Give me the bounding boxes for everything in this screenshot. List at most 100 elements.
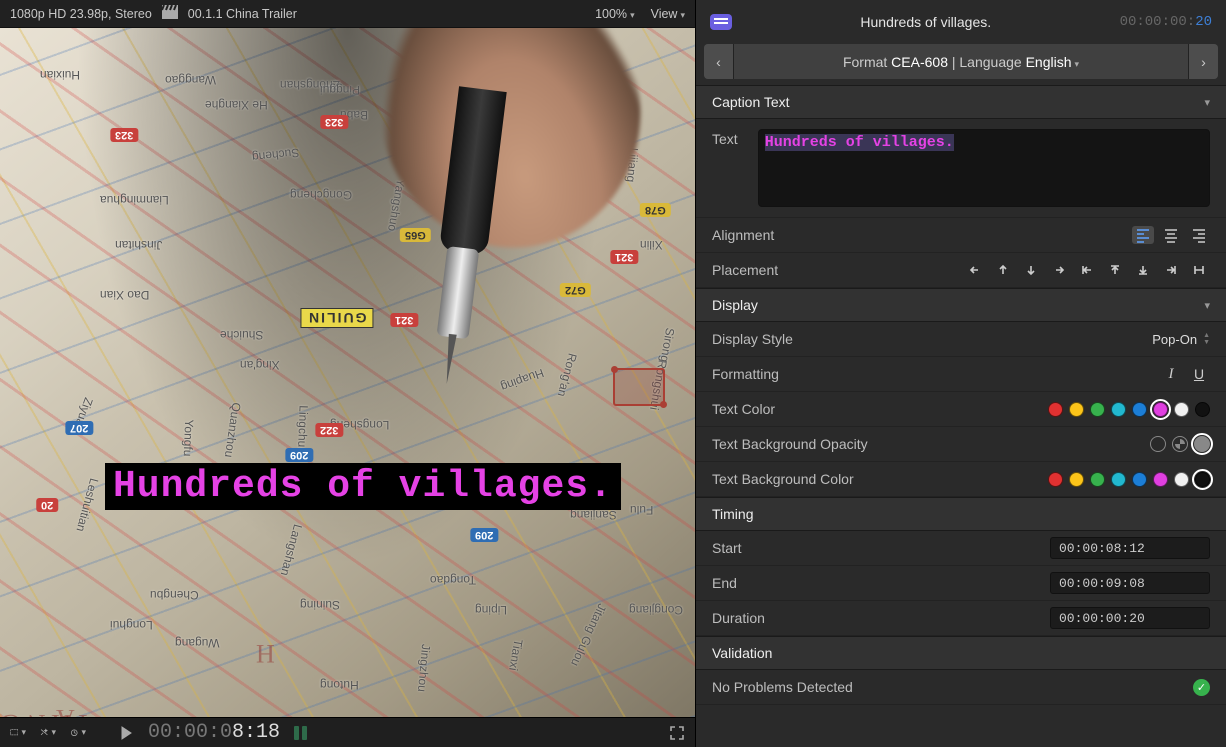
caption-position-handle[interactable]: [613, 368, 665, 406]
text-label: Text: [712, 129, 738, 207]
zoom-dropdown[interactable]: 100%▾: [595, 7, 635, 21]
clip-name[interactable]: 00.1.1 China Trailer: [188, 7, 297, 21]
alignment-label: Alignment: [712, 227, 912, 243]
map-road-badge: 323: [110, 128, 138, 142]
duration-timecode-input[interactable]: [1050, 607, 1210, 629]
map-road-badge: 321: [610, 250, 638, 264]
validation-status: No Problems Detected: [712, 679, 1193, 695]
bg-color-swatch[interactable]: [1174, 472, 1189, 487]
italic-button[interactable]: I: [1160, 365, 1182, 383]
bg-color-swatch[interactable]: [1069, 472, 1084, 487]
placement-label: Placement: [712, 262, 912, 278]
viewer-timecode[interactable]: 00:00:08:18: [148, 721, 280, 744]
viewer-header: 1080p HD 23.98p, Stereo 00.1.1 China Tra…: [0, 0, 695, 28]
text-color-swatch[interactable]: [1111, 402, 1126, 417]
retime-menu-icon[interactable]: ▾: [70, 725, 86, 741]
map-place-label: Huixian: [40, 68, 80, 82]
viewer-canvas[interactable]: HuixianWanggaoZhongshanHe XiangheBabuSuc…: [0, 28, 695, 717]
map-place-label: Yongfu: [181, 419, 196, 456]
map-region-letter: YANG: [0, 708, 92, 717]
map-region-letter: G: [230, 716, 255, 717]
section-timing[interactable]: Timing: [696, 497, 1226, 531]
map-place-label: Xilin: [640, 238, 663, 252]
end-label: End: [712, 575, 912, 591]
placement-up-button[interactable]: [992, 261, 1014, 279]
map-road-badge: 209: [470, 528, 498, 542]
underline-button[interactable]: U: [1188, 365, 1210, 383]
map-city-label: GUILIN: [300, 308, 373, 328]
caption-text-input[interactable]: Hundreds of villages.: [758, 129, 1210, 207]
placement-left-button[interactable]: [964, 261, 986, 279]
stepper-icon: ▲▼: [1203, 332, 1210, 346]
section-validation[interactable]: Validation: [696, 636, 1226, 670]
play-button-icon[interactable]: [118, 725, 134, 741]
map-road-badge: 209: [285, 448, 313, 462]
align-center-button[interactable]: [1160, 226, 1182, 244]
section-display[interactable]: Display▾: [696, 288, 1226, 322]
placement-right-button[interactable]: [1048, 261, 1070, 279]
clapperboard-icon: [162, 5, 178, 22]
map-place-label: Wanggao: [165, 73, 216, 87]
map-road-badge: 323: [320, 115, 348, 129]
inspector-timecode: 00:00:00:20: [1120, 14, 1212, 30]
map-place-label: Chengbu: [150, 588, 199, 602]
text-color-swatch[interactable]: [1048, 402, 1063, 417]
next-caption-button[interactable]: ›: [1188, 44, 1218, 79]
bg-opacity-full[interactable]: [1194, 436, 1210, 452]
map-road-badge: 207: [65, 421, 93, 435]
map-region-letter: H: [250, 638, 275, 668]
chevron-down-icon: ▾: [1204, 299, 1210, 312]
placement-center-button[interactable]: [1188, 261, 1210, 279]
align-left-button[interactable]: [1132, 226, 1154, 244]
map-road-badge: G72: [560, 283, 591, 297]
align-right-button[interactable]: [1188, 226, 1210, 244]
text-color-swatch[interactable]: [1153, 402, 1168, 417]
map-place-label: Longhui: [110, 618, 153, 632]
display-style-select[interactable]: Pop-On▲▼: [1152, 332, 1210, 347]
caption-inspector-icon[interactable]: [710, 14, 732, 30]
chevron-down-icon: ▾: [1075, 59, 1080, 70]
bg-color-swatch[interactable]: [1111, 472, 1126, 487]
text-color-swatch[interactable]: [1090, 402, 1105, 417]
caption-format-dropdown[interactable]: Format CEA-608 | Language English ▾: [734, 54, 1188, 70]
text-bg-color-label: Text Background Color: [712, 471, 912, 487]
section-caption-text[interactable]: Caption Text▾: [696, 85, 1226, 119]
map-road-badge: 20: [36, 498, 58, 512]
bg-opacity-half[interactable]: [1172, 436, 1188, 452]
checkmark-icon: ✓: [1193, 679, 1210, 696]
placement-home-right-button[interactable]: [1160, 261, 1182, 279]
fullscreen-icon[interactable]: [669, 725, 685, 741]
placement-down-button[interactable]: [1020, 261, 1042, 279]
bg-color-swatch[interactable]: [1195, 472, 1210, 487]
map-place-label: Xing'an: [240, 358, 280, 372]
effects-menu-icon[interactable]: ▾: [40, 725, 56, 741]
map-place-label: Lianminghua: [100, 193, 169, 207]
bg-opacity-none[interactable]: [1150, 436, 1166, 452]
map-place-label: Fulu: [630, 503, 653, 517]
text-color-swatch[interactable]: [1174, 402, 1189, 417]
placement-home-down-button[interactable]: [1132, 261, 1154, 279]
bg-color-swatch[interactable]: [1048, 472, 1063, 487]
text-color-swatch[interactable]: [1195, 402, 1210, 417]
map-road-badge: G65: [400, 228, 431, 242]
bg-color-swatch[interactable]: [1090, 472, 1105, 487]
placement-home-up-button[interactable]: [1104, 261, 1126, 279]
bg-color-swatch[interactable]: [1132, 472, 1147, 487]
map-place-label: Sanjiang: [570, 508, 617, 522]
map-road-badge: 321: [390, 313, 418, 327]
start-timecode-input[interactable]: [1050, 537, 1210, 559]
map-place-label: Tongdao: [430, 573, 476, 587]
inspector-title: Hundreds of villages.: [744, 14, 1108, 30]
text-color-swatch[interactable]: [1132, 402, 1147, 417]
caption-overlay[interactable]: Hundreds of villages.: [105, 463, 621, 510]
map-place-label: Congjiang: [629, 603, 683, 617]
prev-caption-button[interactable]: ‹: [704, 44, 734, 79]
bg-color-swatch[interactable]: [1153, 472, 1168, 487]
placement-home-left-button[interactable]: [1076, 261, 1098, 279]
end-timecode-input[interactable]: [1050, 572, 1210, 594]
text-color-swatch[interactable]: [1069, 402, 1084, 417]
map-place-label: Liping: [475, 603, 507, 617]
map-place-label: Wugang: [175, 636, 219, 650]
view-dropdown[interactable]: View▾: [651, 7, 685, 21]
frame-size-menu-icon[interactable]: ▾: [10, 725, 26, 741]
